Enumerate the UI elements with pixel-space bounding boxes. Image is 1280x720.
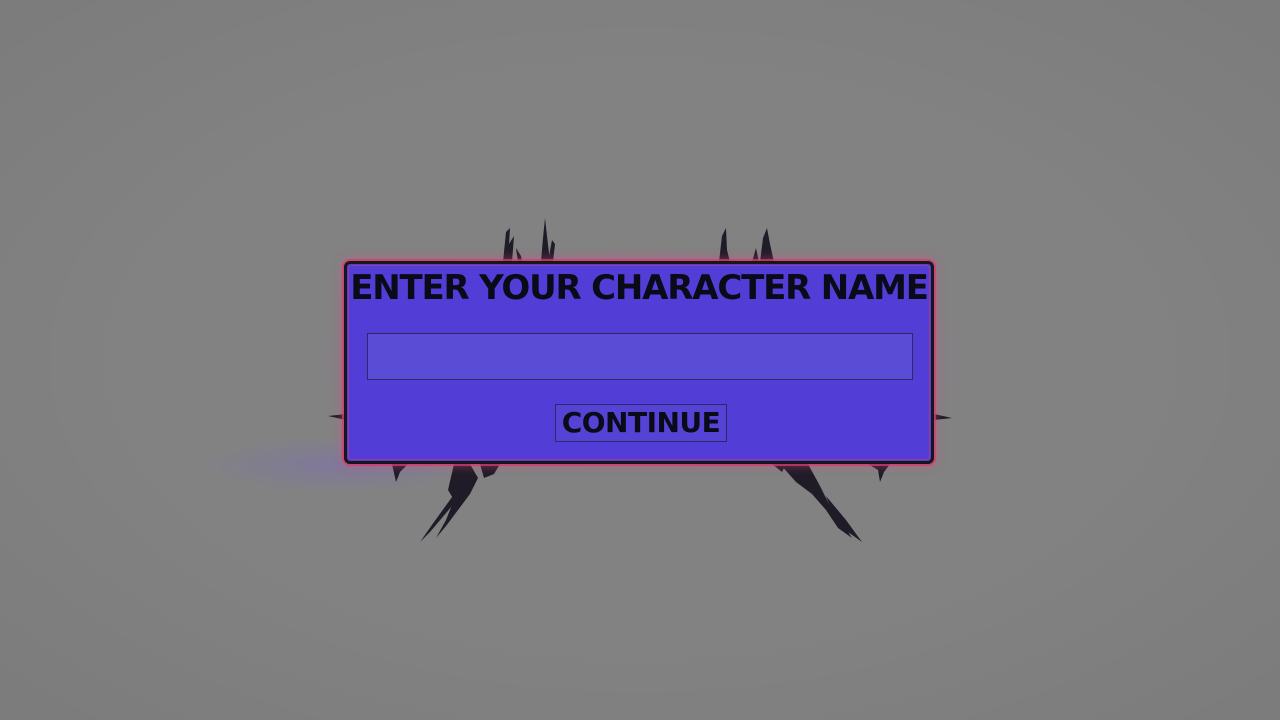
- dialog-title: ENTER YOUR CHARACTER NAME: [350, 268, 929, 308]
- character-name-input[interactable]: [367, 333, 913, 380]
- continue-button[interactable]: CONTINUE: [555, 404, 727, 442]
- character-name-screen: ENTER YOUR CHARACTER NAME CONTINUE: [0, 0, 1280, 720]
- character-name-dialog: ENTER YOUR CHARACTER NAME CONTINUE: [344, 261, 934, 464]
